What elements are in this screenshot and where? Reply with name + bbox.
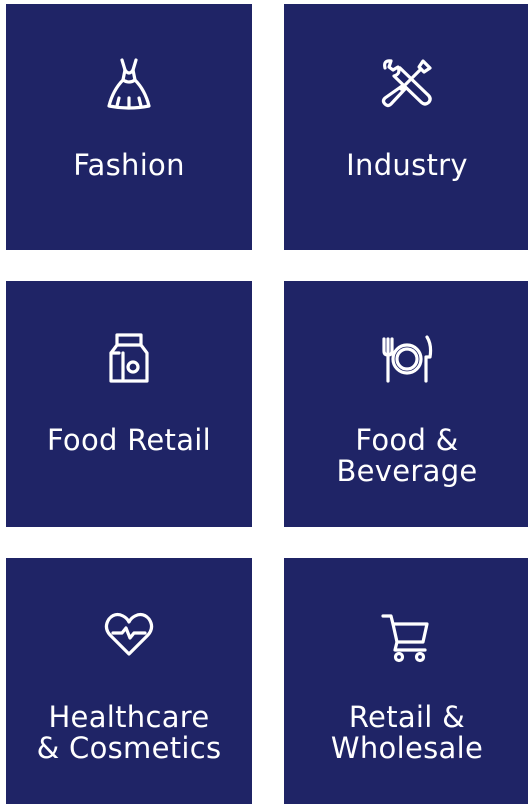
category-tile-food-beverage[interactable]: Food & Beverage [284, 281, 528, 527]
tile-label: Fashion [73, 148, 185, 182]
tile-label: Industry [346, 148, 468, 182]
category-tile-healthcare-cosmetics[interactable]: Healthcare & Cosmetics [6, 558, 252, 804]
category-tile-retail-wholesale[interactable]: Retail & Wholesale [284, 558, 528, 804]
plate-cutlery-icon [379, 331, 435, 387]
heart-pulse-icon [101, 606, 157, 662]
shopping-cart-icon [379, 610, 435, 666]
category-tile-industry[interactable]: Industry [284, 4, 528, 250]
tile-label: Food Retail [46, 423, 211, 457]
dress-icon [101, 56, 157, 112]
grocery-bag-icon [101, 331, 157, 387]
tile-label: Retail & Wholesale [330, 700, 484, 765]
tile-label: Healthcare & Cosmetics [36, 700, 222, 765]
tile-label: Food & Beverage [336, 423, 478, 488]
category-tile-fashion[interactable]: Fashion [6, 4, 252, 250]
category-tile-food-retail[interactable]: Food Retail [6, 281, 252, 527]
tools-icon [379, 56, 435, 112]
